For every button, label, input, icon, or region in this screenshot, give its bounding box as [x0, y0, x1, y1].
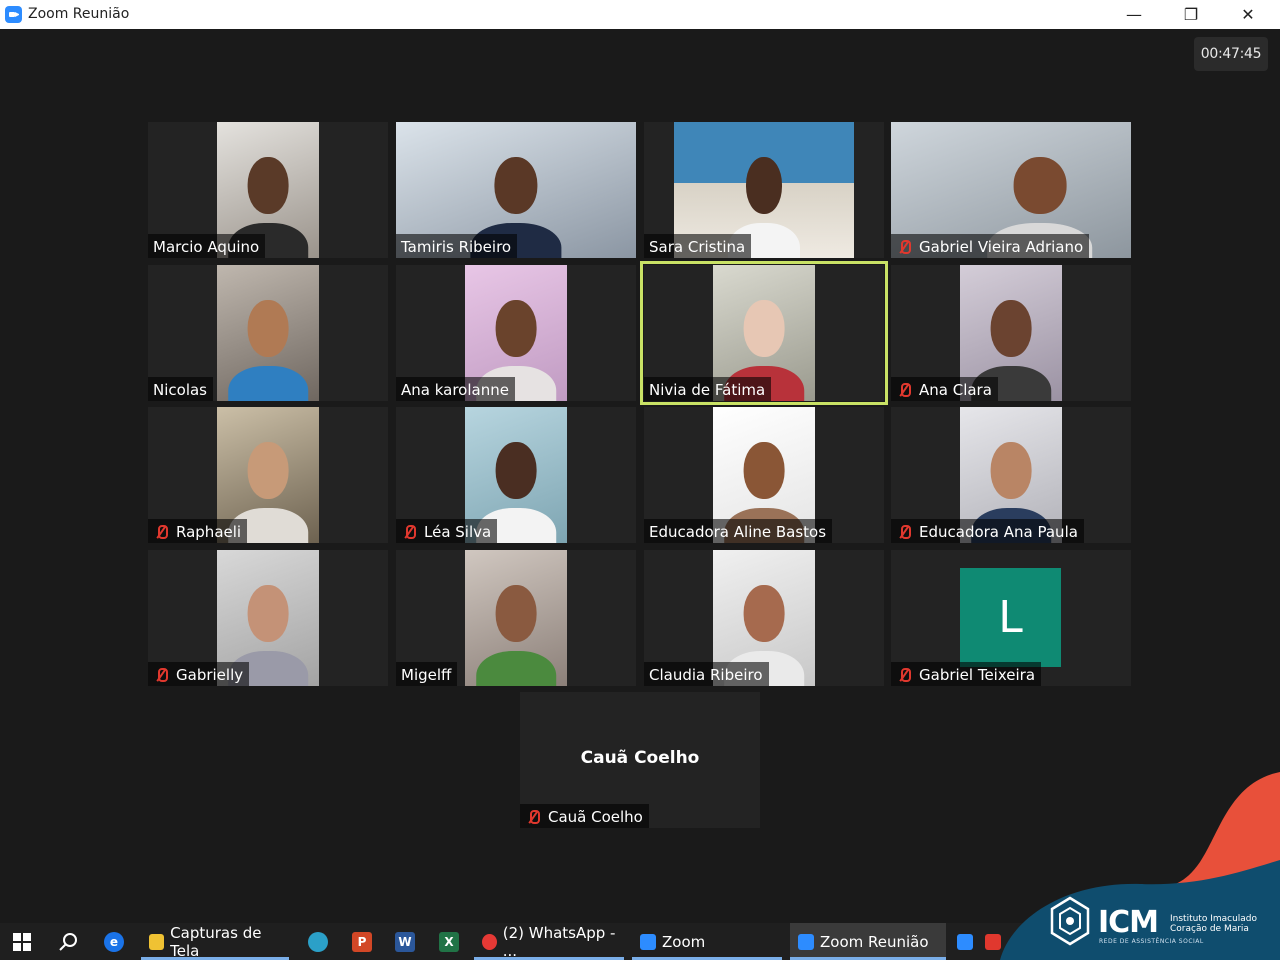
participant-tile[interactable]: Cauã Coelho Cauã Coelho: [520, 692, 760, 828]
muted-mic-icon: [153, 667, 169, 683]
participant-name: Ana Clara: [891, 377, 998, 401]
participant-name: Raphaeli: [148, 519, 248, 543]
muted-mic-icon: [896, 239, 912, 255]
taskbar-item-zoom-meeting[interactable]: Zoom Reunião: [790, 923, 946, 960]
participant-name: Educadora Ana Paula: [891, 519, 1084, 543]
powerpoint-icon[interactable]: P: [340, 923, 384, 960]
participant-tile[interactable]: Gabriel Vieira Adriano: [891, 122, 1131, 258]
muted-mic-icon: [401, 524, 417, 540]
logo-subtitle-line1: Instituto Imaculado: [1170, 914, 1258, 924]
participant-name: Cauã Coelho: [520, 804, 649, 828]
participant-tile[interactable]: Ana karolanne: [396, 265, 636, 401]
zoom-icon: [798, 933, 814, 950]
participant-name: Léa Silva: [396, 519, 498, 543]
taskbar-item-label: Zoom Reunião: [820, 932, 929, 951]
muted-mic-icon: [896, 524, 912, 540]
camera-off-name: Cauã Coelho: [580, 748, 700, 768]
muted-mic-icon: [896, 382, 912, 398]
participant-tile[interactable]: Claudia Ribeiro: [644, 550, 884, 686]
participant-tile[interactable]: Léa Silva: [396, 407, 636, 543]
folder-icon: [149, 933, 165, 950]
participant-video: [465, 550, 567, 686]
window-title: Zoom Reunião: [28, 6, 130, 22]
participant-tile[interactable]: L Gabriel Teixeira: [891, 550, 1131, 686]
muted-mic-icon: [153, 524, 169, 540]
participant-name: Marcio Aquino: [148, 234, 266, 258]
icm-emblem-icon: [1050, 896, 1090, 946]
zoom-app-icon: [5, 6, 22, 23]
participant-name: Claudia Ribeiro: [644, 662, 769, 686]
participant-name: Educadora Aline Bastos: [644, 519, 833, 543]
logo-title: ICM: [1098, 905, 1159, 940]
participant-tile[interactable]: Tamiris Ribeiro: [396, 122, 636, 258]
participant-tile[interactable]: Gabrielly: [148, 550, 388, 686]
title-bar: Zoom Reunião — ❐ ✕: [0, 0, 1280, 29]
participant-name: Gabriel Teixeira: [891, 662, 1042, 686]
muted-mic-icon: [896, 667, 912, 683]
taskbar-item-zoom[interactable]: Zoom: [632, 923, 782, 960]
edge-icon[interactable]: [296, 923, 340, 960]
zoom-icon: [640, 933, 656, 950]
minimize-button[interactable]: —: [1106, 0, 1162, 29]
participant-video: [217, 265, 319, 401]
taskbar-item-label: Zoom: [662, 932, 706, 951]
participant-name: Nivia de Fátima: [644, 377, 772, 401]
word-icon[interactable]: W: [383, 923, 427, 960]
participant-tile[interactable]: Migelff: [396, 550, 636, 686]
participant-avatar: L: [960, 568, 1061, 667]
participant-name: Gabriel Vieira Adriano: [891, 234, 1090, 258]
taskbar-item-captures[interactable]: Capturas de Tela: [141, 923, 289, 960]
participant-name: Tamiris Ribeiro: [396, 234, 518, 258]
excel-icon[interactable]: X: [427, 923, 471, 960]
participant-tile[interactable]: Ana Clara: [891, 265, 1131, 401]
maximize-button[interactable]: ❐: [1163, 0, 1219, 29]
active-speaker-tile[interactable]: Nivia de Fátima: [640, 261, 888, 405]
participant-name: Sara Cristina: [644, 234, 752, 258]
participant-tile[interactable]: Educadora Ana Paula: [891, 407, 1131, 543]
participant-name: Gabrielly: [148, 662, 250, 686]
participant-tile[interactable]: Raphaeli: [148, 407, 388, 543]
participant-name: Ana karolanne: [396, 377, 515, 401]
close-button[interactable]: ✕: [1220, 0, 1276, 29]
participant-name: Migelff: [396, 662, 458, 686]
participant-name: Nicolas: [148, 377, 213, 401]
participant-tile[interactable]: Marcio Aquino: [148, 122, 388, 258]
taskbar-item-label: Capturas de Tela: [170, 923, 262, 960]
muted-mic-icon: [525, 809, 541, 825]
taskbar-item-whatsapp[interactable]: (2) WhatsApp - ...: [474, 923, 624, 960]
logo-subtitle-line2: Coração de Maria: [1170, 924, 1249, 934]
windows-start-icon[interactable]: [0, 923, 44, 960]
edge-legacy-icon[interactable]: e: [92, 923, 136, 960]
chrome-icon: [482, 933, 497, 950]
search-icon[interactable]: [46, 923, 90, 960]
meeting-timer: 00:47:45: [1194, 37, 1268, 71]
participant-tile[interactable]: Nicolas: [148, 265, 388, 401]
participant-tile[interactable]: Educadora Aline Bastos: [644, 407, 884, 543]
participant-tile[interactable]: Sara Cristina: [644, 122, 884, 258]
taskbar-item-label: (2) WhatsApp - ...: [502, 923, 616, 960]
zoom-alt-icon[interactable]: [950, 923, 980, 960]
logo-subtitle-line3: REDE DE ASSISTÊNCIA SOCIAL: [1099, 938, 1204, 945]
